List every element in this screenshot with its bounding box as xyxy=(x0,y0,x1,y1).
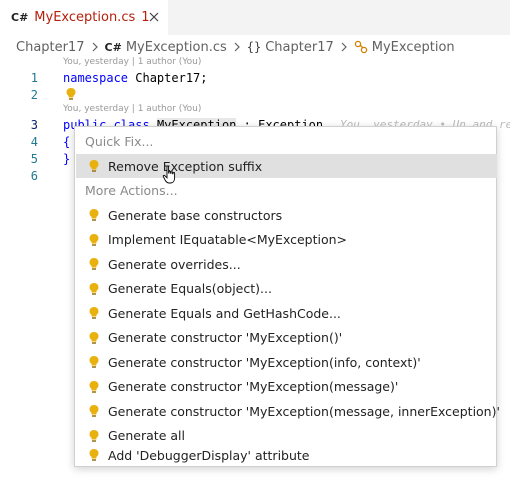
menu-item-label: Generate constructor 'MyException(info, … xyxy=(108,354,421,370)
class-icon xyxy=(354,40,368,54)
menu-item-label: Generate overrides... xyxy=(108,256,241,272)
csharp-file-icon: C# xyxy=(11,11,29,24)
keyword-namespace: namespace xyxy=(63,71,129,85)
chevron-right-icon xyxy=(91,42,99,52)
hand-cursor-icon xyxy=(162,165,176,184)
lightbulb-icon xyxy=(88,355,100,369)
menu-item-label: Generate constructor 'MyException(messag… xyxy=(108,379,399,394)
menu-item-label: Implement IEquatable<MyException> xyxy=(108,232,348,247)
menu-item-label: Generate Equals(object)... xyxy=(108,281,272,296)
quick-fix-menu: Quick Fix... Remove Exception suffix Mor… xyxy=(74,126,500,467)
lightbulb-icon xyxy=(88,257,100,271)
lightbulb-icon xyxy=(88,208,100,222)
menu-item-label: Generate constructor 'MyException(messag… xyxy=(108,403,500,419)
tab-bar: C# MyException.cs 1 xyxy=(0,0,510,35)
menu-item-generate-overrides[interactable]: Generate overrides... xyxy=(76,252,497,276)
line-number-5: 5 xyxy=(30,152,38,166)
menu-item-implement-iequatable[interactable]: Implement IEquatable<MyException> xyxy=(76,228,497,252)
menu-item-label: Generate constructor 'MyException()' xyxy=(108,330,343,345)
namespace-name: Chapter17; xyxy=(128,71,208,85)
code-line-5: } xyxy=(63,152,70,166)
quick-fix-header: Quick Fix... xyxy=(85,134,154,149)
lightbulb-icon xyxy=(88,331,100,345)
open-brace: { xyxy=(63,135,71,149)
lightbulb-icon xyxy=(88,233,100,247)
chevron-right-icon xyxy=(233,42,241,52)
breadcrumb-item-folder[interactable]: Chapter17 xyxy=(16,40,85,55)
breadcrumb-item-namespace[interactable]: Chapter17 xyxy=(265,40,334,55)
code-line-1: namespace Chapter17; xyxy=(63,71,208,85)
menu-item-remove-exception-suffix[interactable]: Remove Exception suffix xyxy=(76,154,497,178)
lightbulb-icon xyxy=(88,448,100,462)
menu-item-label: Generate base constructors xyxy=(108,207,283,223)
namespace-icon: {} xyxy=(246,40,262,54)
menu-item-generate-constructor-empty[interactable]: Generate constructor 'MyException()' xyxy=(76,326,497,350)
menu-item-label: Add 'DebuggerDisplay' attribute xyxy=(108,447,310,463)
line-number-3: 3 xyxy=(30,118,38,132)
menu-item-label: Generate all xyxy=(108,428,185,443)
breadcrumb-item-class[interactable]: MyException xyxy=(372,40,455,55)
menu-item-add-debuggerdisplay[interactable]: Add 'DebuggerDisplay' attribute xyxy=(76,443,497,467)
code-line-4: { xyxy=(63,135,70,149)
lightbulb-icon xyxy=(88,282,100,296)
line-number-2: 2 xyxy=(30,88,38,102)
menu-item-label: Remove Exception suffix xyxy=(108,158,263,174)
breadcrumb: Chapter17 C# MyException.cs {} Chapter17… xyxy=(16,37,455,57)
menu-item-generate-constructor-info-context[interactable]: Generate constructor 'MyException(info, … xyxy=(76,350,497,374)
more-actions-header: More Actions... xyxy=(85,183,178,198)
lightbulb-icon[interactable] xyxy=(65,87,77,104)
menu-item-generate-equals-gethashcode[interactable]: Generate Equals and GetHashCode... xyxy=(76,301,497,325)
lightbulb-icon xyxy=(88,404,100,418)
menu-item-generate-equals[interactable]: Generate Equals(object)... xyxy=(76,277,497,301)
line-number-4: 4 xyxy=(30,135,38,149)
close-icon[interactable] xyxy=(146,9,162,25)
lightbulb-icon xyxy=(88,429,100,443)
line-number-1: 1 xyxy=(30,71,38,85)
tab-title: MyException.cs xyxy=(34,10,136,25)
csharp-file-icon: C# xyxy=(104,40,122,54)
codelens-line1[interactable]: You, yesterday | 1 author (You) xyxy=(63,57,201,67)
lightbulb-icon xyxy=(88,380,100,394)
menu-item-generate-constructor-message-inner[interactable]: Generate constructor 'MyException(messag… xyxy=(76,399,500,423)
tab-myexception[interactable]: C# MyException.cs 1 xyxy=(0,0,168,35)
line-number-6: 6 xyxy=(30,169,38,183)
menu-item-generate-constructor-message[interactable]: Generate constructor 'MyException(messag… xyxy=(76,375,497,399)
breadcrumb-item-file[interactable]: MyException.cs xyxy=(126,40,227,55)
menu-item-generate-base-constructors[interactable]: Generate base constructors xyxy=(76,203,497,227)
lightbulb-icon xyxy=(88,306,100,320)
menu-item-label: Generate Equals and GetHashCode... xyxy=(108,305,341,321)
chevron-right-icon xyxy=(340,42,348,52)
close-brace: } xyxy=(63,152,71,166)
codelens-line3[interactable]: You, yesterday | 1 author (You) xyxy=(63,104,201,114)
lightbulb-icon xyxy=(88,159,100,173)
